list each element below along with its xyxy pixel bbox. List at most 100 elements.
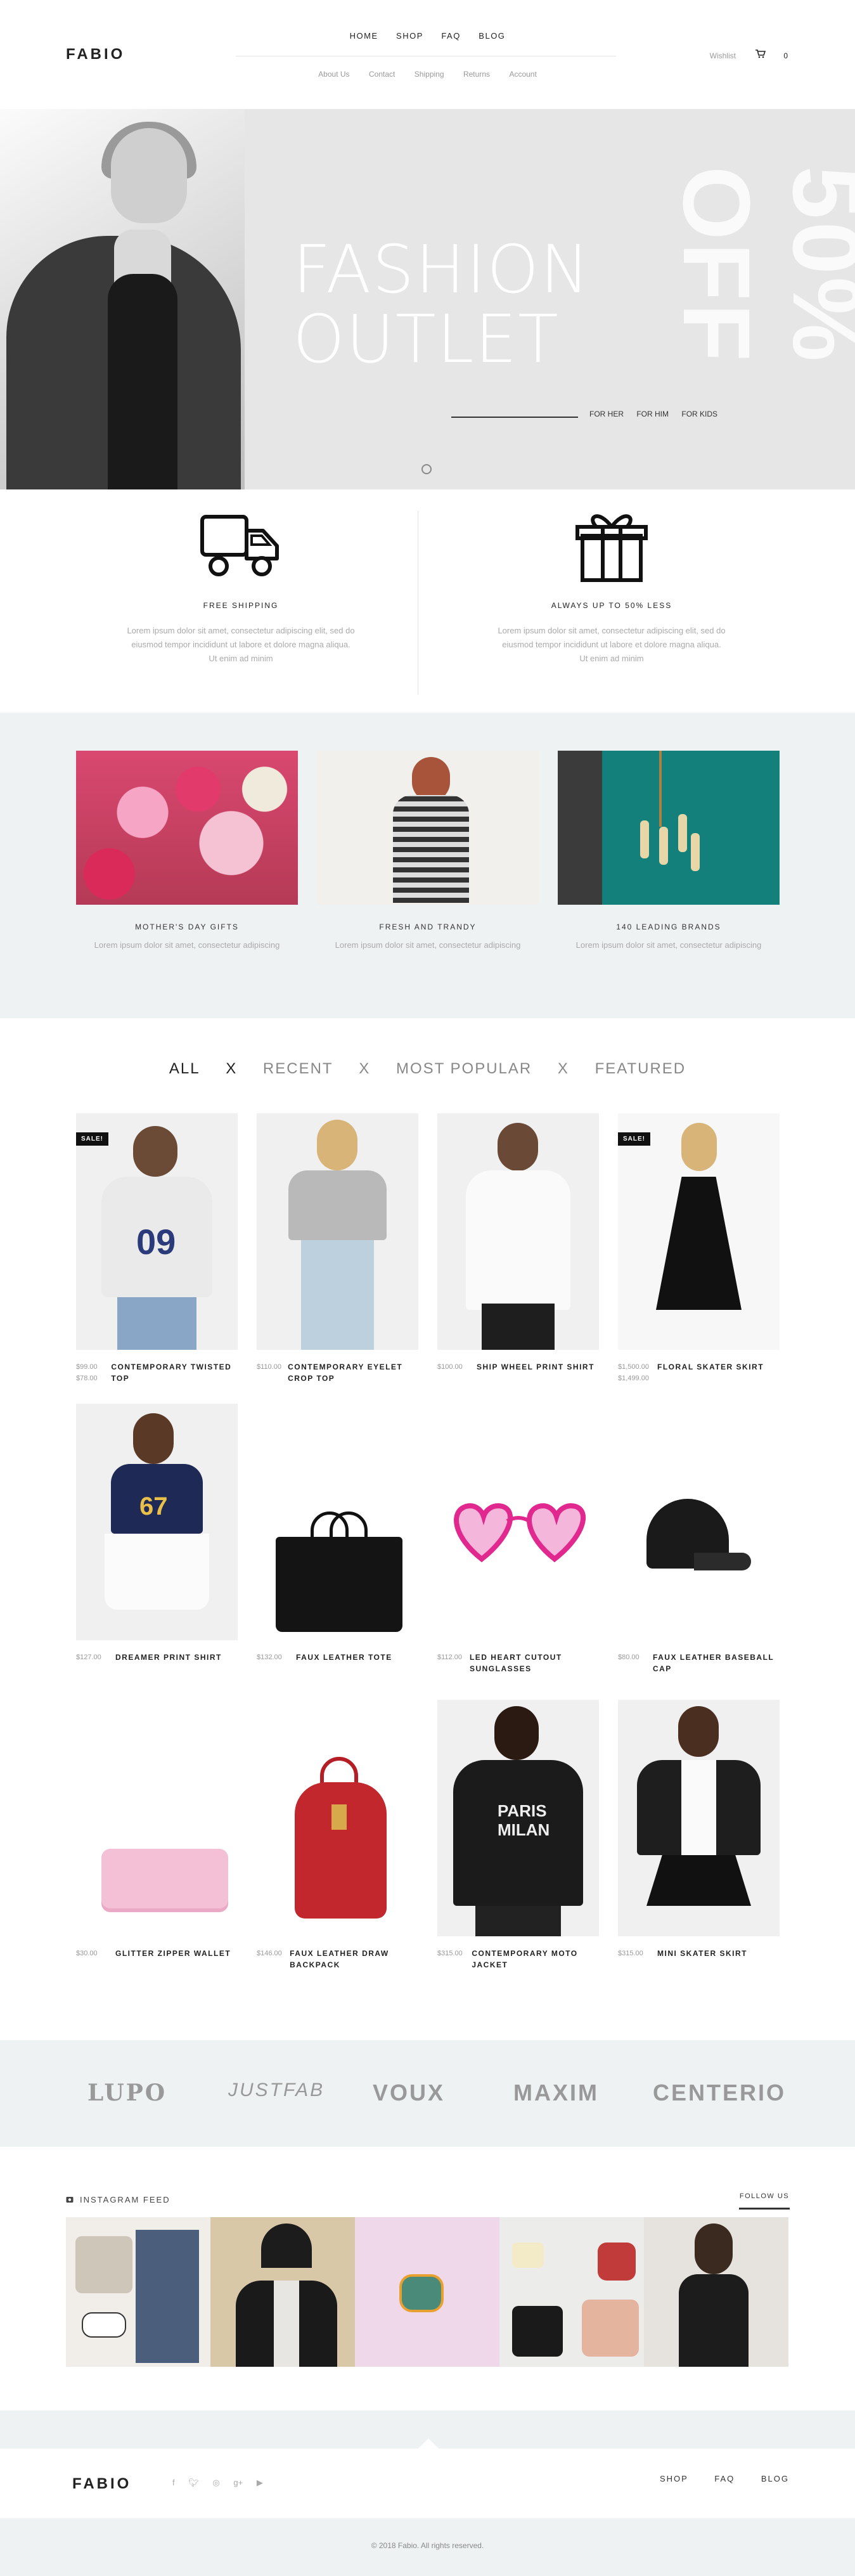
twitter-icon[interactable]: 🐦︎ bbox=[188, 2478, 199, 2487]
product-card[interactable]: $110.00 CONTEMPORARY EYELET CROP TOP bbox=[257, 1113, 418, 1384]
filter-most-popular[interactable]: MOST POPULAR bbox=[396, 1060, 532, 1077]
footer-link-shop[interactable]: SHOP bbox=[660, 2474, 688, 2483]
category-text: Lorem ipsum dolor sit amet, consectetur … bbox=[575, 940, 762, 950]
product-name[interactable]: FAUX LEATHER BASEBALL CAP bbox=[653, 1652, 780, 1674]
brand-logo-justfab[interactable]: JUSTFAB bbox=[228, 2080, 325, 2101]
hero-model-image bbox=[0, 109, 245, 489]
follow-us-link[interactable]: FOLLOW US bbox=[739, 2192, 790, 2210]
subnav-shipping[interactable]: Shipping bbox=[415, 70, 444, 79]
product-card[interactable]: $315.00 MINI SKATER SKIRT bbox=[618, 1700, 780, 1959]
subnav-account[interactable]: Account bbox=[509, 70, 536, 79]
nav-faq[interactable]: FAQ bbox=[441, 31, 461, 41]
product-card[interactable]: SALE! $1,500.00 $1,499.00 FLORAL SKATER SK… bbox=[618, 1113, 780, 1384]
truck-icon bbox=[200, 511, 282, 581]
youtube-icon[interactable]: ▶ bbox=[257, 2478, 263, 2487]
product-card[interactable]: $146.00 FAUX LEATHER DRAW BACKPACK bbox=[257, 1700, 418, 1971]
category-card[interactable]: 140 LEADING BRANDS Lorem ipsum dolor sit… bbox=[558, 751, 780, 950]
hero-banner: 50% OFF FASHION OUTLET FOR HER FOR HIM F… bbox=[0, 109, 855, 489]
product-name[interactable]: LED HEART CUTOUT SUNGLASSES bbox=[470, 1652, 599, 1674]
nav-blog[interactable]: BLOG bbox=[479, 31, 505, 41]
product-name[interactable]: SHIP WHEEL PRINT SHIRT bbox=[477, 1361, 595, 1373]
product-card[interactable]: $30.00 GLITTER ZIPPER WALLET bbox=[76, 1700, 238, 1959]
site-logo[interactable]: FABIO bbox=[66, 46, 125, 63]
site-header: FABIO HOME SHOP FAQ BLOG About Us Contac… bbox=[0, 0, 855, 109]
instagram-icon[interactable]: ◎ bbox=[212, 2478, 219, 2487]
product-price: $1,500.00 $1,499.00 bbox=[618, 1363, 649, 1382]
feature-free-shipping: FREE SHIPPING Lorem ipsum dolor sit amet… bbox=[127, 511, 355, 666]
hero-title-line2: OUTLET bbox=[293, 301, 560, 378]
cart-button[interactable]: 0 bbox=[755, 49, 788, 60]
product-card[interactable]: $80.00 FAUX LEATHER BASEBALL CAP bbox=[618, 1404, 780, 1674]
subnav-returns[interactable]: Returns bbox=[463, 70, 490, 79]
product-card[interactable]: 67 $127.00 DREAMER PRINT SHIRT bbox=[76, 1404, 238, 1663]
nav-home[interactable]: HOME bbox=[350, 31, 378, 41]
instagram-photo[interactable] bbox=[66, 2217, 210, 2367]
product-name[interactable]: CONTEMPORARY EYELET CROP TOP bbox=[288, 1361, 418, 1384]
site-footer: FABIO f 🐦︎ ◎ g+ ▶ SHOP FAQ BLOG bbox=[0, 2449, 855, 2518]
product-name[interactable]: GLITTER ZIPPER WALLET bbox=[115, 1948, 231, 1959]
brand-logo-voux[interactable]: VOUX bbox=[373, 2080, 445, 2106]
instagram-title: INSTAGRAM FEED bbox=[66, 2195, 170, 2204]
filter-featured[interactable]: FEATURED bbox=[595, 1060, 686, 1077]
product-price: $315.00 bbox=[437, 1950, 463, 1957]
filter-separator: X bbox=[359, 1060, 371, 1077]
product-name[interactable]: CONTEMPORARY MOTO JACKET bbox=[472, 1948, 599, 1971]
subnav-contact[interactable]: Contact bbox=[369, 70, 395, 79]
instagram-photo[interactable] bbox=[210, 2217, 355, 2367]
instagram-photo[interactable] bbox=[499, 2217, 644, 2367]
product-name[interactable]: FAUX LEATHER DRAW BACKPACK bbox=[290, 1948, 418, 1971]
product-image: SALE! bbox=[618, 1113, 780, 1350]
product-name[interactable]: FLORAL SKATER SKIRT bbox=[657, 1361, 764, 1384]
category-card[interactable]: MOTHER'S DAY GIFTS Lorem ipsum dolor sit… bbox=[76, 751, 298, 950]
camera-icon bbox=[66, 2197, 74, 2203]
facebook-icon[interactable]: f bbox=[172, 2478, 175, 2487]
slider-dot[interactable] bbox=[421, 464, 432, 474]
footer-link-blog[interactable]: BLOG bbox=[761, 2474, 789, 2483]
product-name[interactable]: CONTEMPORARY TWISTED TOP bbox=[111, 1361, 238, 1384]
features-section: FREE SHIPPING Lorem ipsum dolor sit amet… bbox=[0, 489, 855, 713]
subnav-about[interactable]: About Us bbox=[318, 70, 349, 79]
product-card[interactable]: $100.00 SHIP WHEEL PRINT SHIRT bbox=[437, 1113, 599, 1373]
category-image-model bbox=[317, 751, 539, 905]
hero-link-him[interactable]: FOR HIM bbox=[636, 410, 669, 418]
product-price: $127.00 bbox=[76, 1654, 101, 1661]
brand-logo-centerio[interactable]: CENTERIO bbox=[653, 2080, 786, 2106]
google-plus-icon[interactable]: g+ bbox=[233, 2478, 243, 2487]
footer-link-faq[interactable]: FAQ bbox=[714, 2474, 735, 2483]
product-price: $80.00 bbox=[618, 1654, 640, 1661]
hero-title: FASHION OUTLET bbox=[293, 235, 591, 374]
product-image bbox=[618, 1700, 780, 1936]
instagram-photo[interactable] bbox=[644, 2217, 788, 2367]
category-image-lamps bbox=[558, 751, 780, 905]
product-image: PARIS MILAN bbox=[437, 1700, 599, 1936]
brand-logo-maxim[interactable]: MAXIM bbox=[513, 2080, 599, 2106]
brand-logo-lupo[interactable]: LUPO bbox=[87, 2080, 167, 2106]
instagram-grid bbox=[66, 2217, 788, 2367]
hero-side-text: 50% OFF bbox=[664, 166, 855, 365]
product-card[interactable]: $112.00 LED HEART CUTOUT SUNGLASSES bbox=[437, 1404, 599, 1674]
product-card[interactable]: PARIS MILAN $315.00 CONTEMPORARY MOTO JACK… bbox=[437, 1700, 599, 1971]
filter-recent[interactable]: RECENT bbox=[263, 1060, 333, 1077]
filter-all[interactable]: ALL bbox=[169, 1060, 200, 1077]
instagram-photo[interactable] bbox=[355, 2217, 499, 2367]
hero-link-kids[interactable]: FOR KIDS bbox=[681, 410, 717, 418]
category-title: FRESH AND TRANDY bbox=[379, 922, 477, 931]
category-card[interactable]: FRESH AND TRANDY Lorem ipsum dolor sit a… bbox=[317, 751, 539, 950]
product-name[interactable]: FAUX LEATHER TOTE bbox=[296, 1652, 392, 1663]
nav-shop[interactable]: SHOP bbox=[396, 31, 423, 41]
feature-text: Lorem ipsum dolor sit amet, consectetur … bbox=[498, 626, 726, 663]
product-name[interactable]: DREAMER PRINT SHIRT bbox=[115, 1652, 222, 1663]
scroll-top-notch bbox=[418, 2438, 439, 2449]
product-image bbox=[76, 1700, 238, 1936]
product-card[interactable]: 09 SALE! $99.00 $78.00 CONTEMPORARY TWISTE… bbox=[76, 1113, 238, 1384]
product-name[interactable]: MINI SKATER SKIRT bbox=[657, 1948, 747, 1959]
product-filters: ALL X RECENT X MOST POPULAR X FEATURED bbox=[0, 1060, 855, 1078]
sub-nav: About Us Contact Shipping Returns Accoun… bbox=[0, 68, 855, 80]
product-image: 09 SALE! bbox=[76, 1113, 238, 1350]
hero-divider bbox=[451, 417, 578, 418]
footer-logo[interactable]: FABIO bbox=[72, 2475, 131, 2493]
hero-link-her[interactable]: FOR HER bbox=[589, 410, 624, 418]
wishlist-link[interactable]: Wishlist bbox=[710, 51, 736, 60]
product-card[interactable]: $132.00 FAUX LEATHER TOTE bbox=[257, 1404, 418, 1663]
footer-spacer bbox=[0, 2411, 855, 2449]
